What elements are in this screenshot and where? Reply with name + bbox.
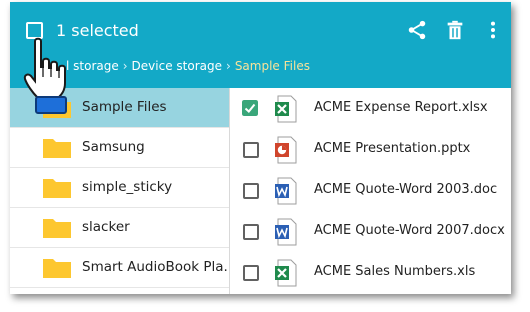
excel-file-icon [275,259,297,287]
folder-item-samsung[interactable]: Samsung [10,128,229,168]
checkbox[interactable] [243,224,259,240]
share-icon[interactable] [406,19,428,41]
app-window: 1 selected l storage › Device storage › Samp… [10,2,511,294]
file-label: ACME Quote-Word 2003.doc [314,182,498,197]
hand-cursor-icon [23,37,67,114]
word-file-icon [275,177,297,205]
folder-item-simple-sticky[interactable]: simple_sticky [10,168,229,208]
powerpoint-file-icon [275,136,297,164]
folder-list: Sample Files Samsung simple_sticky slack… [10,88,230,294]
chevron-right-icon: › [122,59,128,73]
folder-icon [43,139,71,158]
folder-icon [43,259,71,278]
file-item-sales-numbers[interactable]: ACME Sales Numbers.xls [230,252,511,293]
checkbox[interactable] [243,265,259,281]
word-file-icon [275,218,297,246]
file-label: ACME Sales Numbers.xls [314,264,476,279]
file-item-quote-2003[interactable]: ACME Quote-Word 2003.doc [230,170,511,211]
file-item-quote-2007[interactable]: ACME Quote-Word 2007.docx [230,211,511,252]
breadcrumb: l storage › Device storage › Sample Files [66,59,310,73]
breadcrumb-item-storage[interactable]: l storage [66,59,119,73]
trash-icon[interactable] [444,19,466,41]
more-vert-icon[interactable] [482,19,504,41]
chevron-right-icon: › [226,59,231,73]
file-item-expense-report[interactable]: ACME Expense Report.xlsx [230,88,511,129]
excel-file-icon [275,95,297,123]
file-label: ACME Presentation.pptx [314,141,471,156]
folder-icon [43,179,71,198]
breadcrumb-item-sample-files[interactable]: Sample Files [235,59,310,73]
folder-icon [43,219,71,238]
file-list: ACME Expense Report.xlsx ACME Presentati… [230,88,511,294]
file-label: ACME Expense Report.xlsx [314,100,488,115]
checked-checkbox-icon[interactable] [242,100,258,116]
folder-item-slacker[interactable]: slacker [10,208,229,248]
folder-label: Sample Files [82,99,167,115]
folder-label: Smart AudioBook Pla... [82,259,227,275]
folder-label: Samsung [82,139,145,155]
checkbox[interactable] [243,183,259,199]
checkbox[interactable] [243,142,259,158]
app-bar: 1 selected l storage › Device storage › Samp… [10,2,511,88]
breadcrumb-item-device-storage[interactable]: Device storage [132,59,222,73]
folder-label: slacker [82,219,130,235]
file-item-presentation[interactable]: ACME Presentation.pptx [230,129,511,170]
folder-label: simple_sticky [82,179,173,195]
folder-item-smart-audiobook[interactable]: Smart AudioBook Pla... [10,248,229,288]
file-label: ACME Quote-Word 2007.docx [314,223,505,238]
